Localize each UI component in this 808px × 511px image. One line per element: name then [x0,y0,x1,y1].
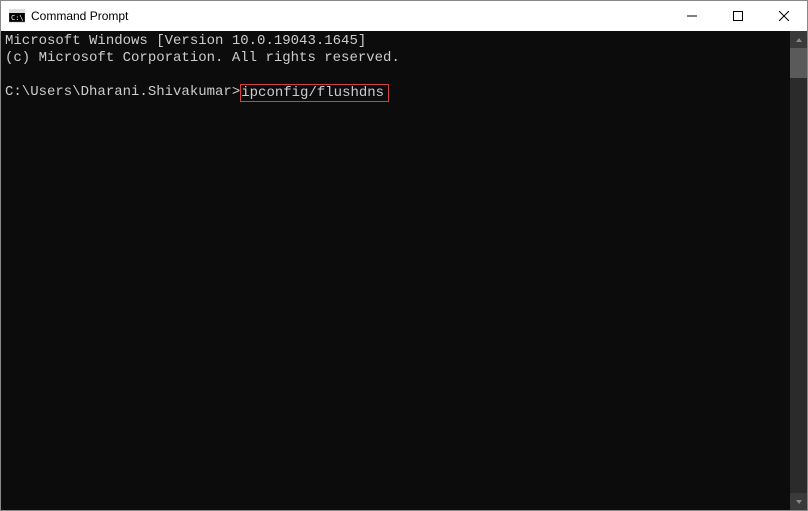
terminal-area: Microsoft Windows [Version 10.0.19043.16… [1,31,807,510]
prompt-text: C:\Users\Dharani.Shivakumar> [5,84,240,100]
terminal-output[interactable]: Microsoft Windows [Version 10.0.19043.16… [1,31,790,510]
app-icon: C:\ [9,8,25,24]
command-prompt-window: C:\ Command Prompt Microsoft Windows [Ve… [0,0,808,511]
minimize-button[interactable] [669,1,715,31]
scroll-down-button[interactable] [790,493,807,510]
vertical-scrollbar[interactable] [790,31,807,510]
window-title: Command Prompt [31,9,669,23]
command-highlight: ipconfig/flushdns [240,84,389,102]
window-controls [669,1,807,31]
command-text: ipconfig/flushdns [241,85,384,101]
svg-text:C:\: C:\ [11,14,24,22]
scroll-thumb[interactable] [790,48,807,78]
close-button[interactable] [761,1,807,31]
scroll-track[interactable] [790,48,807,493]
scroll-up-button[interactable] [790,31,807,48]
version-line: Microsoft Windows [Version 10.0.19043.16… [5,33,366,49]
maximize-button[interactable] [715,1,761,31]
titlebar[interactable]: C:\ Command Prompt [1,1,807,31]
copyright-line: (c) Microsoft Corporation. All rights re… [5,50,400,66]
